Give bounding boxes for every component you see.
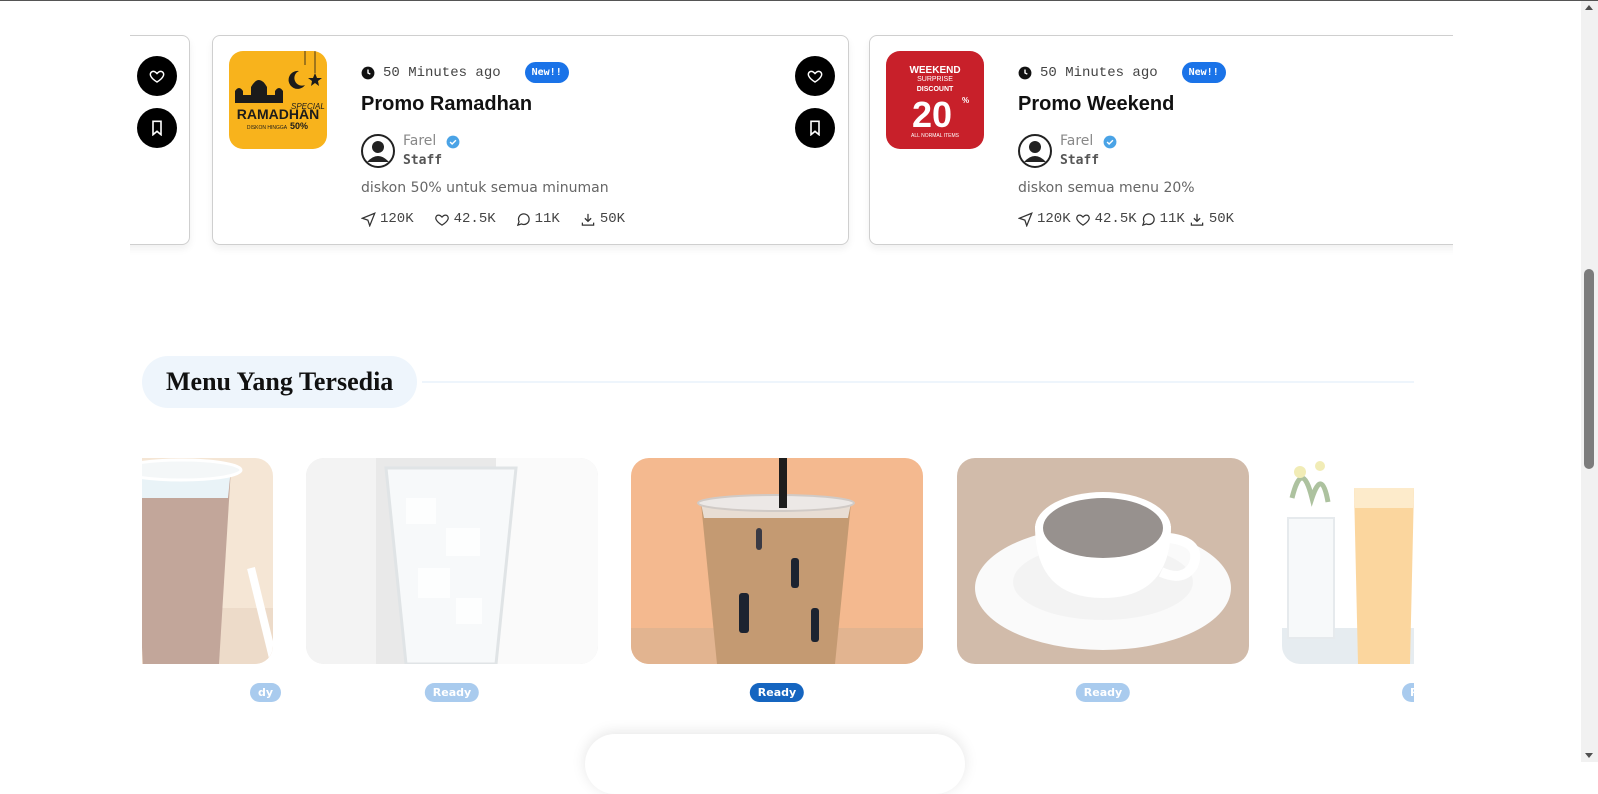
menu-item-image[interactable] bbox=[631, 458, 923, 664]
like-stat[interactable]: 42.5K bbox=[1075, 211, 1137, 227]
menu-item[interactable]: Ready bbox=[631, 458, 923, 708]
comment-icon bbox=[516, 212, 530, 226]
svg-text:DISKON HINGGA: DISKON HINGGA bbox=[247, 125, 288, 131]
author[interactable]: Farel Staff bbox=[361, 132, 460, 170]
menu-carousel[interactable]: dy Ready Ready Ready bbox=[142, 456, 1414, 711]
heart-icon bbox=[434, 213, 449, 226]
bookmark-button[interactable] bbox=[137, 108, 177, 148]
menu-item[interactable]: Ready bbox=[957, 458, 1249, 708]
verified-icon bbox=[1103, 135, 1117, 149]
promo-poster: WEEKEND SURPRISE DISCOUNT 20 % ALL NORMA… bbox=[886, 51, 984, 149]
ready-badge[interactable]: Ready bbox=[749, 683, 805, 702]
author[interactable]: Farel Staff bbox=[1018, 132, 1117, 170]
svg-text:DISCOUNT: DISCOUNT bbox=[917, 86, 954, 93]
bookmark-icon bbox=[152, 120, 162, 136]
comment-icon bbox=[1141, 212, 1155, 226]
promo-card[interactable]: WEEKEND SURPRISE DISCOUNT 20 % ALL NORMA… bbox=[869, 35, 1453, 245]
svg-text:20: 20 bbox=[912, 94, 952, 135]
menu-section-header: Menu Yang Tersedia bbox=[142, 356, 1414, 408]
iced-water-image bbox=[306, 458, 598, 664]
scroll-up-arrow-icon[interactable] bbox=[1585, 5, 1593, 10]
favorite-button[interactable] bbox=[137, 56, 177, 96]
ready-badge[interactable]: dy bbox=[249, 683, 281, 702]
ready-badge[interactable]: R bbox=[1402, 683, 1414, 702]
download-icon bbox=[1190, 213, 1204, 226]
scroll-down-arrow-icon[interactable] bbox=[1585, 753, 1593, 758]
heart-icon bbox=[1075, 213, 1090, 226]
svg-text:WEEKEND: WEEKEND bbox=[909, 65, 960, 76]
menu-item-image[interactable] bbox=[957, 458, 1249, 664]
svg-text:RAMADHAN: RAMADHAN bbox=[237, 106, 319, 122]
svg-text:%: % bbox=[962, 96, 969, 105]
clock-icon bbox=[361, 66, 375, 79]
promo-title[interactable]: Promo Weekend bbox=[1018, 93, 1174, 116]
download-stat[interactable]: 50K bbox=[580, 211, 625, 227]
orange-juice-image bbox=[1282, 458, 1414, 664]
post-time: 50 Minutes ago bbox=[383, 64, 501, 81]
menu-item[interactable]: dy bbox=[142, 458, 281, 708]
menu-item-image[interactable] bbox=[142, 458, 273, 664]
author-role: Staff bbox=[1060, 153, 1100, 169]
send-icon bbox=[361, 211, 376, 227]
menu-item-image[interactable] bbox=[1282, 458, 1414, 664]
share-stat[interactable]: 120K bbox=[361, 211, 414, 227]
promo-card-previous[interactable] bbox=[130, 35, 190, 245]
author-role: Staff bbox=[403, 153, 443, 169]
heart-icon bbox=[149, 70, 165, 83]
bookmark-button[interactable] bbox=[795, 108, 835, 148]
ready-badge[interactable]: Ready bbox=[424, 683, 480, 702]
avatar-icon bbox=[361, 134, 395, 169]
send-icon bbox=[1018, 211, 1033, 227]
menu-item[interactable]: R bbox=[1282, 458, 1414, 708]
bottom-navigation-bar[interactable] bbox=[585, 734, 965, 794]
iced-cola-image bbox=[142, 458, 273, 664]
iced-coffee-milk-image bbox=[631, 458, 923, 664]
promo-stats: 120K 42.5K 11K 50K bbox=[361, 211, 625, 227]
like-stat[interactable]: 42.5K bbox=[434, 211, 496, 227]
author-name: Farel bbox=[403, 133, 437, 150]
heart-icon bbox=[807, 70, 823, 83]
new-badge: New!! bbox=[524, 62, 569, 83]
promo-meta: 50 Minutes ago New!! bbox=[1018, 62, 1226, 83]
promo-meta: 50 Minutes ago New!! bbox=[361, 62, 569, 83]
share-stat[interactable]: 120K bbox=[1018, 211, 1071, 227]
avatar-icon bbox=[1018, 134, 1052, 169]
clock-icon bbox=[1018, 66, 1032, 79]
section-title: Menu Yang Tersedia bbox=[166, 367, 394, 396]
promo-poster: SPECIAL RAMADHAN DISKON HINGGA 50% bbox=[229, 51, 327, 149]
menu-item-image[interactable] bbox=[306, 458, 598, 664]
weekend-poster-image: WEEKEND SURPRISE DISCOUNT 20 % ALL NORMA… bbox=[886, 51, 984, 149]
scrollbar-thumb[interactable] bbox=[1584, 269, 1594, 469]
verified-icon bbox=[446, 135, 460, 149]
menu-item[interactable]: Ready bbox=[306, 458, 598, 708]
promo-stats: 120K 42.5K 11K 50K bbox=[1018, 211, 1234, 227]
bookmark-icon bbox=[810, 120, 820, 136]
ramadhan-poster-image: SPECIAL RAMADHAN DISKON HINGGA 50% bbox=[229, 51, 327, 149]
svg-text:ALL NORMAL ITEMS: ALL NORMAL ITEMS bbox=[911, 133, 960, 139]
new-badge: New!! bbox=[1181, 62, 1226, 83]
promo-description: diskon 50% untuk semua minuman bbox=[361, 180, 609, 196]
hot-coffee-image bbox=[957, 458, 1249, 664]
promo-card[interactable]: SPECIAL RAMADHAN DISKON HINGGA 50% 50 Mi… bbox=[212, 35, 849, 245]
download-stat[interactable]: 50K bbox=[1189, 211, 1234, 227]
download-icon bbox=[581, 213, 595, 226]
promo-carousel[interactable]: SPECIAL RAMADHAN DISKON HINGGA 50% 50 Mi… bbox=[130, 1, 1453, 271]
comment-stat[interactable]: 11K bbox=[1141, 211, 1185, 227]
favorite-button[interactable] bbox=[795, 56, 835, 96]
svg-text:SURPRISE: SURPRISE bbox=[917, 76, 953, 83]
author-name: Farel bbox=[1060, 133, 1094, 150]
ready-badge[interactable]: Ready bbox=[1075, 683, 1131, 702]
comment-stat[interactable]: 11K bbox=[516, 211, 560, 227]
svg-text:50%: 50% bbox=[290, 121, 308, 131]
section-divider bbox=[422, 381, 1414, 383]
section-title-pill: Menu Yang Tersedia bbox=[142, 356, 418, 408]
promo-title[interactable]: Promo Ramadhan bbox=[361, 93, 532, 116]
page-scrollbar[interactable] bbox=[1581, 1, 1598, 762]
post-time: 50 Minutes ago bbox=[1040, 64, 1158, 81]
promo-description: diskon semua menu 20% bbox=[1018, 180, 1195, 196]
